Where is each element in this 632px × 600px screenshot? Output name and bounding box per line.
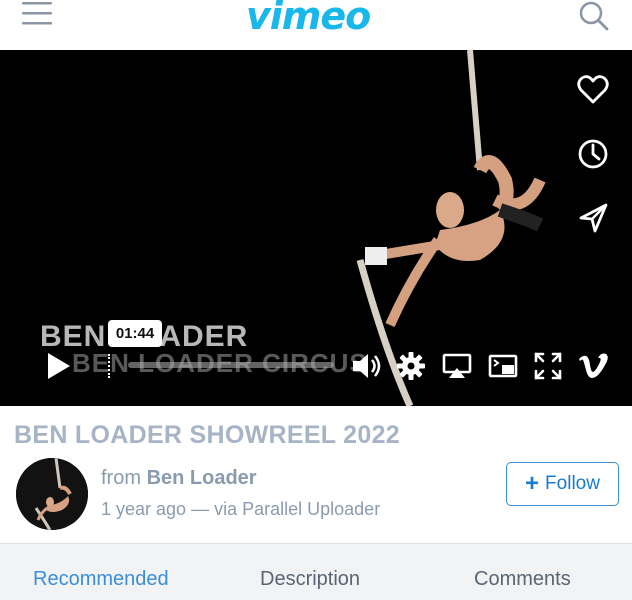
vimeo-v-icon[interactable]	[577, 350, 609, 382]
tab-bar: Recommended Description Comments	[0, 543, 632, 600]
avatar-image	[16, 458, 88, 530]
logo-text: vimeo	[246, 0, 371, 38]
hamburger-menu-icon[interactable]	[22, 0, 52, 28]
follow-button[interactable]: + Follow	[506, 462, 619, 506]
time-tooltip: 01:44	[108, 320, 162, 347]
from-prefix: from	[101, 467, 141, 489]
play-icon[interactable]	[42, 350, 74, 382]
vimeo-logo[interactable]: vimeo	[246, 0, 388, 38]
search-icon[interactable]	[578, 0, 610, 32]
tab-recommended[interactable]: Recommended	[33, 568, 169, 591]
heart-icon[interactable]	[575, 72, 611, 108]
author-avatar[interactable]	[16, 458, 88, 530]
upload-age: 1 year ago	[101, 499, 187, 519]
meta-line: 1 year ago — via Parallel Uploader	[101, 499, 380, 520]
clock-icon[interactable]	[575, 136, 611, 172]
picture-in-picture-icon[interactable]	[487, 350, 519, 382]
share-send-icon[interactable]	[575, 200, 611, 236]
fullscreen-icon[interactable]	[532, 350, 564, 382]
author-link[interactable]: Ben Loader	[147, 467, 257, 489]
uploader-link[interactable]: Parallel Uploader	[242, 499, 380, 519]
video-player[interactable]: BEN LOADER BEN LOADER CIRCUS 01:44	[0, 50, 632, 406]
from-line: from Ben Loader	[101, 467, 257, 490]
video-title: BEN LOADER SHOWREEL 2022	[14, 421, 400, 449]
top-header: vimeo	[0, 0, 632, 50]
progress-bar[interactable]	[128, 362, 334, 368]
follow-label: Follow	[545, 473, 600, 494]
tab-comments[interactable]: Comments	[474, 568, 571, 591]
plus-icon: +	[525, 470, 540, 497]
volume-icon[interactable]	[350, 350, 382, 382]
via-separator: — via	[191, 499, 238, 519]
progress-scrubber[interactable]	[108, 354, 112, 378]
airplay-icon[interactable]	[441, 350, 473, 382]
tab-description[interactable]: Description	[260, 568, 360, 591]
settings-icon[interactable]	[395, 350, 427, 382]
